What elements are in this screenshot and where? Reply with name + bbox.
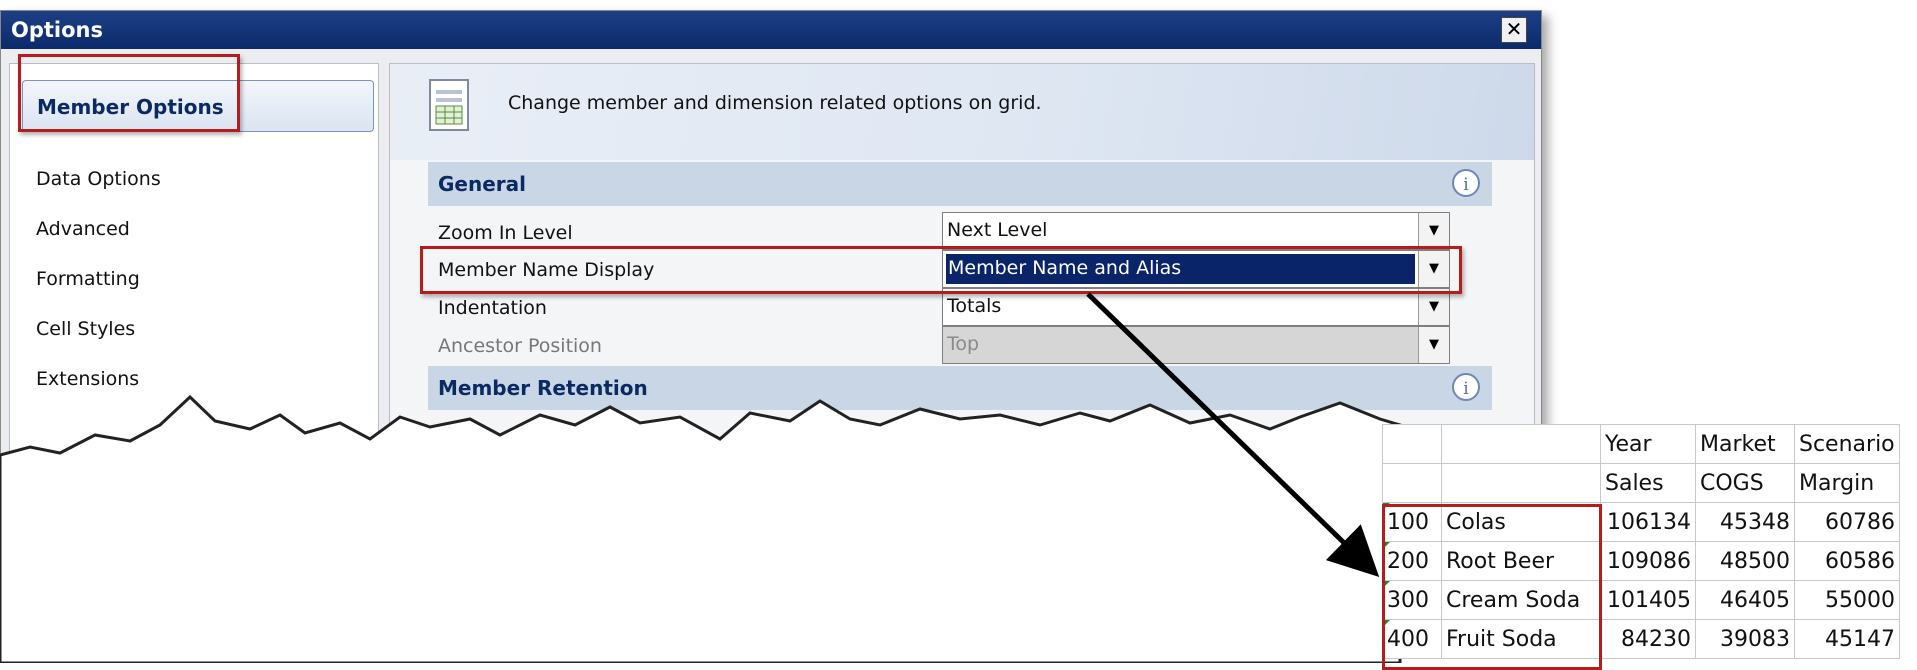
sheet-cell[interactable]: Market xyxy=(1695,424,1795,464)
sheet-cell[interactable]: 101405 xyxy=(1600,580,1696,620)
header-row: Sales COGS Margin xyxy=(1382,463,1900,503)
close-button[interactable]: ✕ xyxy=(1501,17,1527,43)
member-name-display-dropdown[interactable]: Member Name and Alias ▼ xyxy=(942,250,1450,288)
sheet-cell[interactable]: Margin xyxy=(1794,463,1900,503)
ancestor-position-value: Top xyxy=(947,333,980,355)
sheet-cell[interactable]: 106134 xyxy=(1600,502,1696,542)
indentation-dropdown[interactable]: Totals ▼ xyxy=(942,288,1450,326)
section-title-general: General xyxy=(438,172,526,196)
panel-header: Change member and dimension related opti… xyxy=(390,64,1534,160)
table-row: 200 Root Beer 109086 48500 60586 xyxy=(1382,541,1900,581)
member-name-display-value: Member Name and Alias xyxy=(946,254,1415,284)
sheet-cell[interactable] xyxy=(1441,424,1601,464)
nav-item-member-options[interactable]: Member Options xyxy=(22,80,374,132)
zoom-in-level-label: Zoom In Level xyxy=(438,222,573,244)
chevron-down-icon[interactable]: ▼ xyxy=(1418,289,1449,325)
sheet-cell[interactable]: 109086 xyxy=(1600,541,1696,581)
chevron-down-icon[interactable]: ▼ xyxy=(1418,251,1449,287)
member-alias-cell[interactable]: Root Beer xyxy=(1441,541,1601,581)
member-alias-cell[interactable]: Cream Soda xyxy=(1441,580,1601,620)
ancestor-position-dropdown: Top ▼ xyxy=(942,326,1450,364)
member-alias-cell[interactable]: Colas xyxy=(1441,502,1601,542)
table-row: 100 Colas 106134 45348 60786 xyxy=(1382,502,1900,542)
table-row: 300 Cream Soda 101405 46405 55000 xyxy=(1382,580,1900,620)
member-code-cell[interactable]: 400 xyxy=(1382,619,1442,659)
sheet-cell[interactable]: 84230 xyxy=(1600,619,1696,659)
sheet-cell[interactable]: 45348 xyxy=(1695,502,1795,542)
member-code-cell[interactable]: 200 xyxy=(1382,541,1442,581)
zoom-in-level-value: Next Level xyxy=(947,219,1048,241)
section-general: General i xyxy=(428,162,1492,206)
chevron-down-icon: ▼ xyxy=(1418,327,1449,363)
panel-description: Change member and dimension related opti… xyxy=(508,92,1042,114)
nav-item-advanced[interactable]: Advanced xyxy=(36,218,130,240)
nav-item-formatting[interactable]: Formatting xyxy=(36,268,140,290)
sheet-cell[interactable] xyxy=(1382,463,1442,503)
chevron-down-icon[interactable]: ▼ xyxy=(1418,213,1449,249)
ancestor-position-label: Ancestor Position xyxy=(438,335,602,357)
member-alias-cell[interactable]: Fruit Soda xyxy=(1441,619,1601,659)
nav-item-cell-styles[interactable]: Cell Styles xyxy=(36,318,135,340)
sheet-cell[interactable]: COGS xyxy=(1695,463,1795,503)
close-icon: ✕ xyxy=(1505,17,1523,41)
sheet-cell[interactable]: Year xyxy=(1600,424,1696,464)
indentation-value: Totals xyxy=(947,295,1002,317)
indentation-label: Indentation xyxy=(438,297,547,319)
nav-item-data-options[interactable]: Data Options xyxy=(36,168,161,190)
spreadsheet-grid: Year Market Scenario Sales COGS Margin 1… xyxy=(1382,424,1900,659)
sheet-cell[interactable]: Sales xyxy=(1600,463,1696,503)
header-row: Year Market Scenario xyxy=(1382,424,1900,464)
sheet-cell[interactable]: 46405 xyxy=(1695,580,1795,620)
sheet-cell[interactable]: 39083 xyxy=(1695,619,1795,659)
sheet-cell[interactable]: 48500 xyxy=(1695,541,1795,581)
info-icon[interactable]: i xyxy=(1452,169,1480,197)
member-code-cell[interactable]: 300 xyxy=(1382,580,1442,620)
member-name-display-label: Member Name Display xyxy=(438,259,655,281)
grid-options-icon xyxy=(429,79,469,131)
sheet-cell[interactable]: 55000 xyxy=(1794,580,1900,620)
sheet-cell[interactable]: 60786 xyxy=(1794,502,1900,542)
table-row: 400 Fruit Soda 84230 39083 45147 xyxy=(1382,619,1900,659)
dialog-titlebar: Options ✕ xyxy=(1,11,1541,49)
member-code-cell[interactable]: 100 xyxy=(1382,502,1442,542)
dialog-title: Options xyxy=(11,18,103,42)
sheet-cell[interactable]: 60586 xyxy=(1794,541,1900,581)
sheet-cell[interactable] xyxy=(1441,463,1601,503)
zoom-in-level-dropdown[interactable]: Next Level ▼ xyxy=(942,212,1450,250)
sheet-cell[interactable]: 45147 xyxy=(1794,619,1900,659)
nav-item-extensions[interactable]: Extensions xyxy=(36,368,139,390)
sheet-cell[interactable] xyxy=(1382,424,1442,464)
sheet-cell[interactable]: Scenario xyxy=(1794,424,1900,464)
